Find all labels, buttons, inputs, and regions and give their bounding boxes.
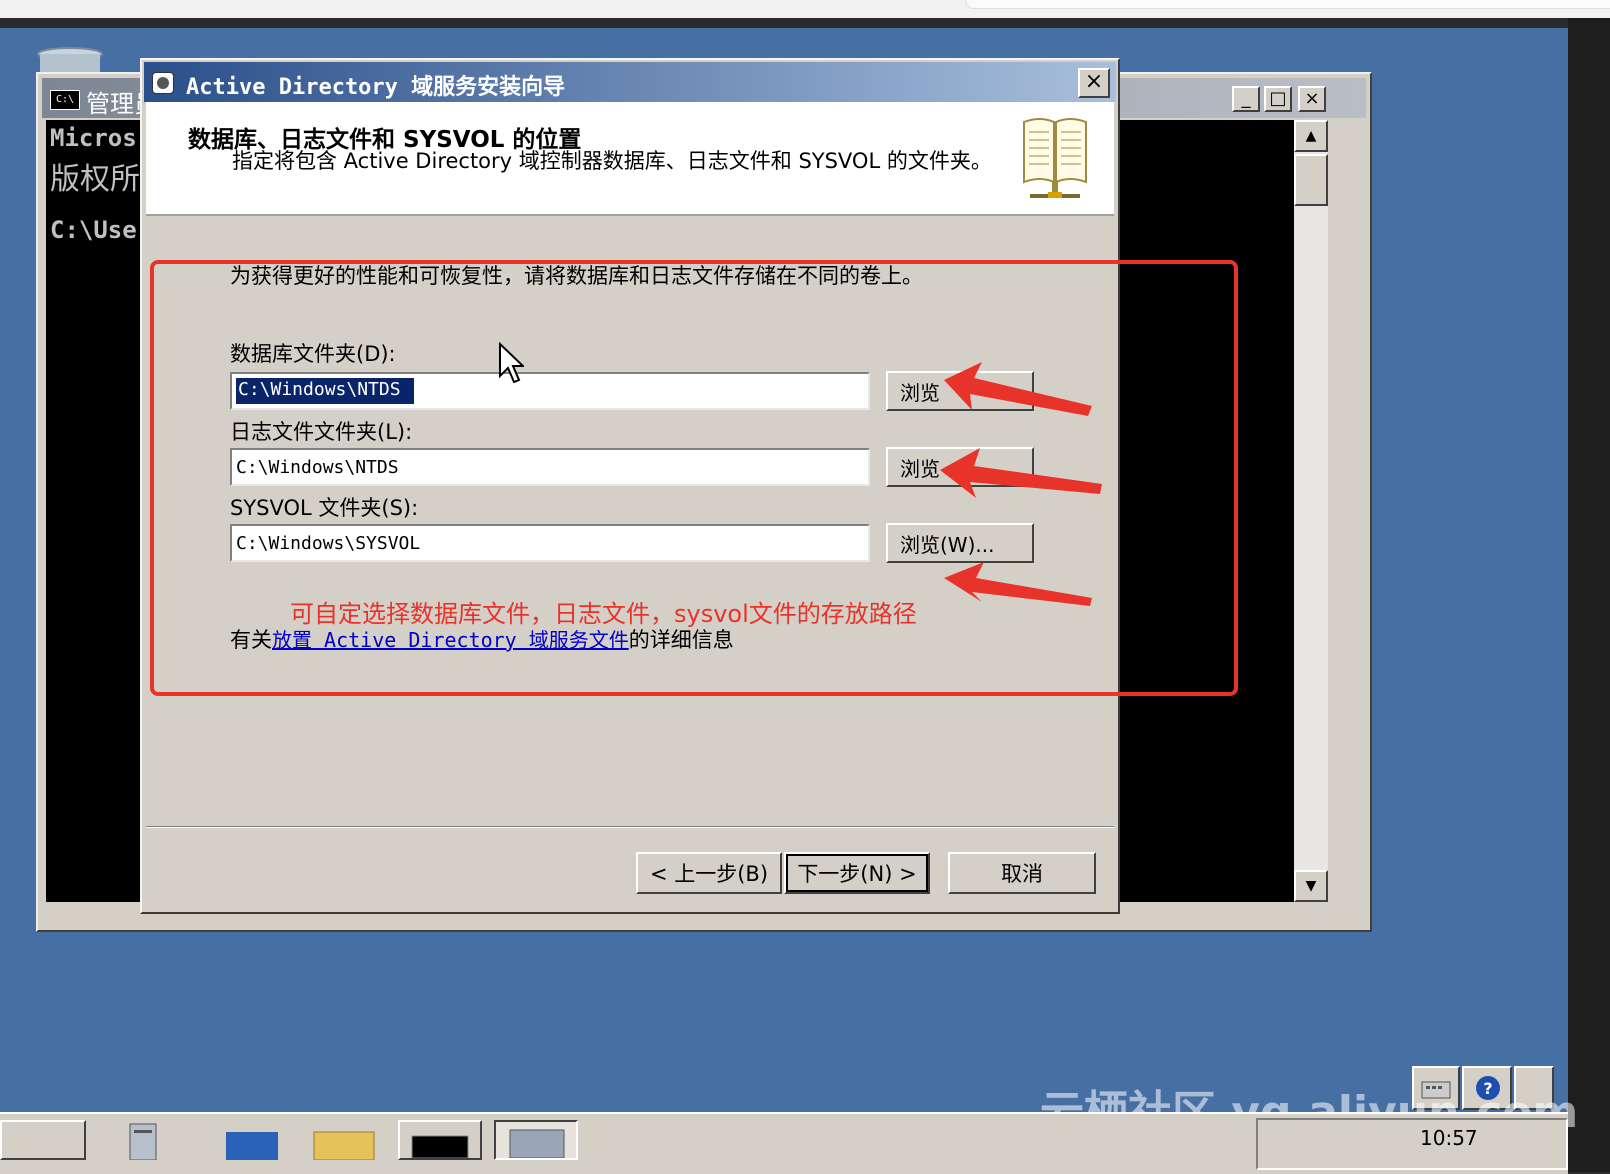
folder-icon xyxy=(313,1131,375,1161)
notification-area xyxy=(1256,1118,1568,1170)
start-button[interactable] xyxy=(0,1120,86,1160)
console-icon xyxy=(411,1135,469,1159)
taskbar-clock[interactable]: 10:57 xyxy=(1420,1126,1478,1150)
powershell-icon xyxy=(226,1132,278,1160)
annotation-arrows xyxy=(940,362,1102,606)
taskbar-ad-wizard[interactable] xyxy=(494,1120,578,1160)
server-manager-icon xyxy=(129,1123,157,1161)
annotation-arrow-icon xyxy=(944,362,1092,416)
wizard-icon xyxy=(509,1129,565,1159)
taskbar-powershell[interactable] xyxy=(210,1120,294,1160)
taskbar-server-manager[interactable] xyxy=(110,1120,194,1161)
annotation-arrow-icon xyxy=(940,448,1102,498)
taskbar-explorer[interactable] xyxy=(300,1120,384,1161)
taskbar: 10:57 xyxy=(0,1112,1568,1174)
taskbar-console[interactable] xyxy=(398,1120,482,1160)
annotation-arrow-icon xyxy=(944,562,1092,606)
